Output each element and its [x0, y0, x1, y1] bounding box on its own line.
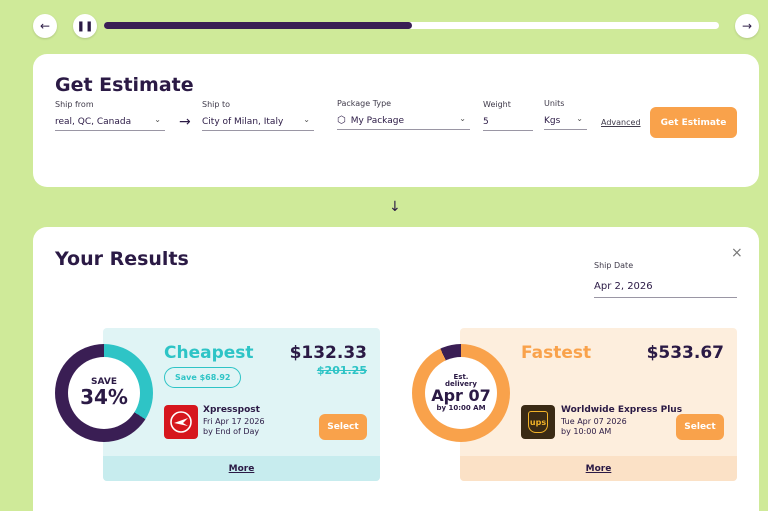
package-icon: ⬡: [337, 115, 346, 126]
canada-post-icon: [170, 411, 192, 433]
arrow-right-icon: →: [179, 114, 191, 130]
units-value: Kgs: [544, 115, 561, 126]
progress-fill: [104, 22, 412, 29]
close-icon[interactable]: ×: [731, 245, 743, 261]
arrow-right-icon: →: [741, 19, 753, 33]
chevron-down-icon: ⌄: [459, 114, 466, 123]
ship-date-value: Apr 2, 2026: [594, 281, 653, 292]
units-select[interactable]: Units Kgs ⌄: [544, 99, 587, 133]
ship-to-value: City of Milan, Italy: [202, 116, 284, 127]
cheapest-service-time: by End of Day: [203, 427, 260, 437]
cheapest-old-price: $201.25: [316, 364, 367, 377]
package-type-value: My Package: [350, 115, 404, 126]
ship-from-field[interactable]: Ship from real, QC, Canada ⌄: [55, 100, 165, 134]
chevron-down-icon: ⌄: [303, 115, 310, 124]
forward-button[interactable]: →: [735, 14, 759, 38]
estimate-card: Get Estimate Ship from real, QC, Canada …: [33, 54, 759, 187]
savings-percent: 34%: [80, 385, 128, 410]
fastest-select-button[interactable]: Select: [676, 414, 724, 440]
savings-ring: SAVE 34%: [55, 344, 153, 442]
cheapest-service-name: Xpresspost: [203, 405, 260, 415]
est-delivery-time: by 10:00 AM: [436, 404, 486, 413]
canada-post-logo: [164, 405, 198, 439]
fastest-service-date: Tue Apr 07 2026: [561, 416, 627, 426]
ups-logo: ups: [521, 405, 555, 439]
arrow-left-icon: ←: [39, 19, 51, 33]
package-type-select[interactable]: Package Type ⬡ My Package ⌄: [337, 99, 470, 133]
cheapest-service-date: Fri Apr 17 2026: [203, 416, 265, 426]
cheapest-service: Xpresspost Fri Apr 17 2026 by End of Day: [203, 405, 265, 437]
progress-bar[interactable]: [104, 22, 719, 29]
cheapest-more-link[interactable]: More: [103, 456, 380, 481]
chevron-down-icon: ⌄: [154, 115, 161, 124]
ship-from-value: real, QC, Canada: [55, 116, 132, 127]
estimate-title: Get Estimate: [55, 74, 194, 96]
pause-icon: ❚❚: [76, 20, 94, 32]
weight-value: 5: [483, 116, 489, 127]
results-title: Your Results: [55, 248, 189, 270]
fastest-service: Worldwide Express Plus Tue Apr 07 2026 b…: [561, 405, 682, 437]
fastest-tag: Fastest: [521, 343, 592, 363]
advanced-link[interactable]: Advanced: [601, 118, 641, 127]
ship-to-field[interactable]: Ship to City of Milan, Italy ⌄: [202, 100, 314, 134]
chevron-down-icon: ⌄: [576, 114, 583, 123]
cheapest-tag: Cheapest: [164, 343, 254, 363]
fastest-price: $533.67: [646, 343, 724, 363]
cheapest-select-button[interactable]: Select: [319, 414, 367, 440]
fastest-service-time: by 10:00 AM: [561, 427, 612, 437]
fastest-more-link[interactable]: More: [460, 456, 737, 481]
fastest-service-name: Worldwide Express Plus: [561, 405, 683, 415]
pause-button[interactable]: ❚❚: [73, 14, 97, 38]
est-delivery-date: Apr 07: [431, 386, 491, 406]
get-estimate-button[interactable]: Get Estimate: [650, 107, 737, 138]
results-card: Your Results × Ship Date Apr 2, 2026 Mor…: [33, 227, 759, 511]
cheapest-price: $132.33: [289, 343, 367, 363]
arrow-down-icon: ↓: [389, 199, 401, 215]
delivery-ring: Est. delivery Apr 07 by 10:00 AM: [412, 344, 510, 442]
ship-date-field[interactable]: Ship Date Apr 2, 2026: [594, 261, 737, 299]
weight-field[interactable]: Weight 5: [483, 100, 533, 134]
save-badge: Save $68.92: [164, 367, 242, 388]
back-button[interactable]: ←: [33, 14, 57, 38]
ups-shield-icon: ups: [528, 411, 548, 433]
